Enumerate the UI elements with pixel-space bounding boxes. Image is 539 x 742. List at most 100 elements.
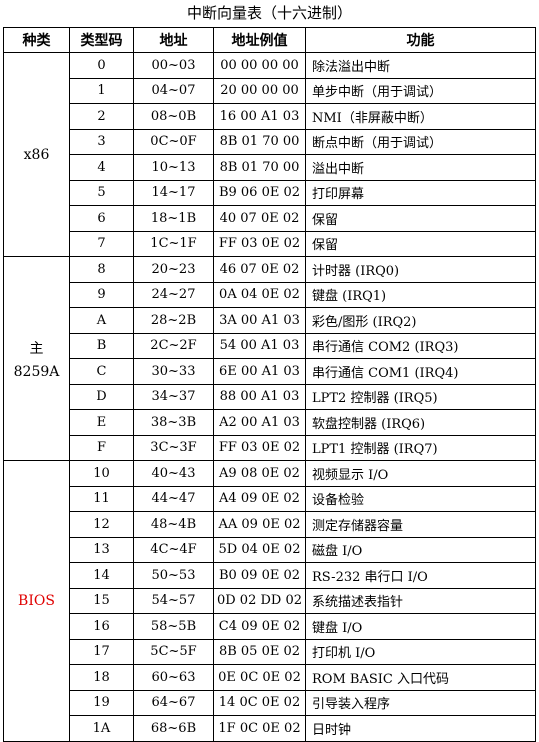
table-row: 14 50~53 B0 09 0E 02 RS-232 串行口 I/O [4,562,536,589]
address-cell: 10~13 [133,154,214,181]
header-address-example: 地址例值 [213,27,306,53]
table-row: 13 4C~4F 5D 04 0E 02 磁盘 I/O [4,536,536,563]
category-label: x86 [23,146,50,163]
table-row: x86 0 00~03 00 00 00 00 除法溢出中断 [3,52,536,257]
address-cell: 44~47 [133,485,214,512]
address-example-cell: 54 00 A1 03 [213,332,306,359]
table-row: 19 64~67 14 0C 0E 02 引导装入程序 [4,689,536,716]
type-code-cell: E [69,409,134,436]
table-header-row: 种类 类型码 地址 地址例值 功能 [3,27,536,53]
type-code-cell: 4 [69,154,134,181]
function-cell: 打印屏幕 [305,179,536,206]
type-code-cell: 8 [69,256,134,283]
address-cell: 24~27 [133,281,214,308]
interrupt-vector-table: 种类 类型码 地址 地址例值 功能 x86 0 00~03 00 00 00 00 除法… [3,27,536,742]
table-row: 11 44~47 A4 09 0E 02 设备检验 [4,485,536,512]
table-row: 6 18~1B 40 07 0E 02 保留 [4,205,536,232]
address-example-cell: FF 03 0E 02 [213,434,306,461]
type-code-cell: 1 [69,77,134,104]
address-example-cell: FF 03 0E 02 [213,230,306,257]
function-cell: 保留 [305,205,536,232]
address-cell: 48~4B [133,511,214,538]
type-code-cell: 10 [69,460,134,487]
type-code-cell: 2 [69,103,134,130]
function-cell: 串行通信 COM2 (IRQ3) [305,332,536,359]
address-cell: 64~67 [133,689,214,716]
table-row: 7 1C~1F FF 03 0E 02 保留 [4,230,536,257]
address-cell: 50~53 [133,562,214,589]
function-cell: 彩色/图形 (IRQ2) [305,307,536,334]
function-cell: ROM BASIC 入口代码 [305,664,536,691]
address-example-cell: 14 0C 0E 02 [213,689,306,716]
function-cell: NMI（非屏蔽中断） [305,103,536,130]
table-row: C 30~33 6E 00 A1 03 串行通信 COM1 (IRQ4) [4,358,536,385]
function-cell: 溢出中断 [305,154,536,181]
header-function: 功能 [305,27,536,53]
function-cell: 系统描述表指针 [305,587,536,614]
address-example-cell: 0A 04 0E 02 [213,281,306,308]
table-title: 中断向量表（十六进制） [186,4,352,22]
address-cell: 18~1B [133,205,214,232]
table-row: 18 60~63 0E 0C 0E 02 ROM BASIC 入口代码 [4,664,536,691]
address-cell: 30~33 [133,358,214,385]
address-example-cell: A4 09 0E 02 [213,485,306,512]
category-cell: 主 8259A [3,256,70,461]
type-code-cell: 11 [69,485,134,512]
address-example-cell: 8B 05 0E 02 [213,638,306,665]
address-example-cell: A9 08 0E 02 [213,460,306,487]
category-cell: x86 [3,52,70,257]
address-example-cell: B9 06 0E 02 [213,179,306,206]
function-cell: 软盘控制器 (IRQ6) [305,409,536,436]
table-row: E 38~3B A2 00 A1 03 软盘控制器 (IRQ6) [4,409,536,436]
function-cell: 计时器 (IRQ0) [305,256,536,283]
table-row: 16 58~5B C4 09 0E 02 键盘 I/O [4,613,536,640]
category-cell: BIOS [3,460,70,742]
table-row: BIOS 10 40~43 A9 08 0E 02 视频显示 I/O [3,460,536,742]
address-cell: 08~0B [133,103,214,130]
address-cell: 60~63 [133,664,214,691]
table-row: D 34~37 88 00 A1 03 LPT2 控制器 (IRQ5) [4,383,536,410]
address-example-cell: B0 09 0E 02 [213,562,306,589]
function-cell: 日时钟 [305,715,536,742]
address-cell: 04~07 [133,77,214,104]
table-row: 2 08~0B 16 00 A1 03 NMI（非屏蔽中断） [4,103,536,130]
type-code-cell: B [69,332,134,359]
type-code-cell: F [69,434,134,461]
table-row: 15 54~57 0D 02 DD 02 系统描述表指针 [4,587,536,614]
type-code-cell: 0 [69,52,134,79]
address-example-cell: 3A 00 A1 03 [213,307,306,334]
table-row: 1 04~07 20 00 00 00 单步中断（用于调试） [4,77,536,104]
table-row: 4 10~13 8B 01 70 00 溢出中断 [4,154,536,181]
function-cell: 键盘 I/O [305,613,536,640]
category-label: 8259A [13,363,60,380]
header-address: 地址 [133,27,214,53]
address-cell: 28~2B [133,307,214,334]
function-cell: 引导装入程序 [305,689,536,716]
function-cell: 键盘 (IRQ1) [305,281,536,308]
address-cell: 00~03 [133,52,214,79]
address-example-cell: 40 07 0E 02 [213,205,306,232]
address-cell: 14~17 [133,179,214,206]
function-cell: LPT1 控制器 (IRQ7) [305,434,536,461]
type-code-cell: D [69,383,134,410]
type-code-cell: 6 [69,205,134,232]
address-example-cell: 0E 0C 0E 02 [213,664,306,691]
type-code-cell: 7 [69,230,134,257]
address-example-cell: 5D 04 0E 02 [213,536,306,563]
type-code-cell: 9 [69,281,134,308]
type-code-cell: 17 [69,638,134,665]
function-cell: LPT2 控制器 (IRQ5) [305,383,536,410]
table-row: 1A 68~6B 1F 0C 0E 02 日时钟 [4,715,536,742]
header-type-code: 类型码 [69,27,134,53]
address-example-cell: 6E 00 A1 03 [213,358,306,385]
header-category: 种类 [3,27,70,53]
function-cell: 单步中断（用于调试） [305,77,536,104]
table-row: F 3C~3F FF 03 0E 02 LPT1 控制器 (IRQ7) [4,434,536,461]
type-code-cell: 5 [69,179,134,206]
address-example-cell: 8B 01 70 00 [213,128,306,155]
address-example-cell: 20 00 00 00 [213,77,306,104]
address-cell: 68~6B [133,715,214,742]
table-row: 12 48~4B AA 09 0E 02 测定存储器容量 [4,511,536,538]
function-cell: 保留 [305,230,536,257]
function-cell: RS-232 串行口 I/O [305,562,536,589]
